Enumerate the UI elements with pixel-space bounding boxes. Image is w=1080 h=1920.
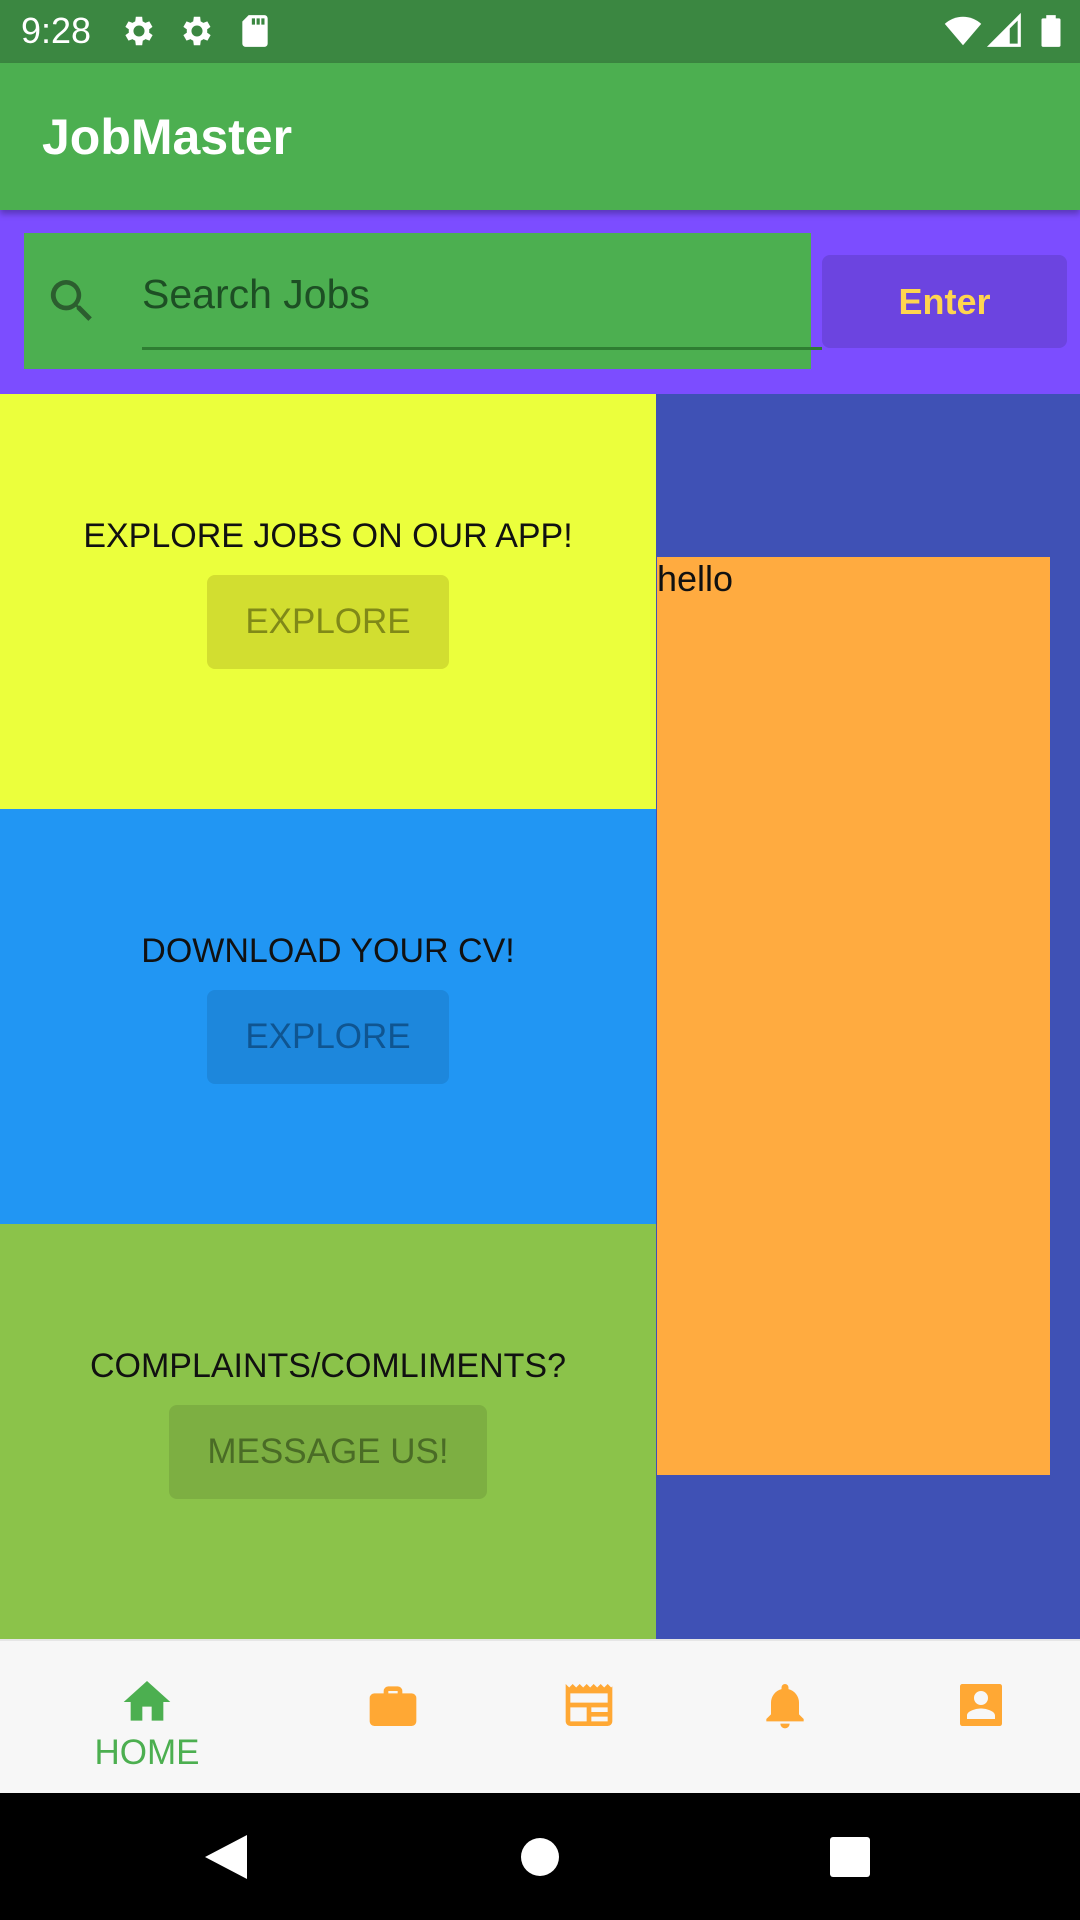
panel-title: COMPLAINTS/COMLIMENTS? xyxy=(89,1347,567,1385)
battery-icon xyxy=(1041,15,1061,47)
system-navigation-bar xyxy=(0,1793,1080,1920)
search-row: Enter xyxy=(0,210,1080,394)
nav-item-home[interactable]: HOME xyxy=(39,1641,255,1795)
search-icon xyxy=(50,280,92,321)
wifi-icon xyxy=(944,16,982,46)
back-icon[interactable] xyxy=(203,1833,249,1881)
explore-jobs-panel: EXPLORE JOBS ON OUR APP! EXPLORE xyxy=(0,394,656,809)
sd-card-icon xyxy=(242,15,268,47)
feedback-panel: COMPLAINTS/COMLIMENTS? MESSAGE US! xyxy=(0,1224,656,1639)
settings-icon xyxy=(125,16,153,46)
panel-title: DOWNLOAD YOUR CV! xyxy=(141,932,515,970)
search-underline xyxy=(142,347,822,350)
app-title: JobMaster xyxy=(42,109,293,165)
contact-card-icon xyxy=(960,1684,1002,1726)
search-input[interactable] xyxy=(142,263,822,325)
nav-item-profile[interactable] xyxy=(873,1641,1080,1795)
bottom-navigation: HOME xyxy=(0,1639,1080,1795)
hello-text: hello xyxy=(657,558,734,599)
hello-box: hello xyxy=(657,557,1050,1475)
bell-icon xyxy=(766,1684,804,1729)
nav-item-notifications[interactable] xyxy=(677,1641,893,1795)
download-cv-button[interactable]: EXPLORE xyxy=(207,990,449,1084)
newspaper-icon xyxy=(565,1684,613,1726)
panel-title: EXPLORE JOBS ON OUR APP! xyxy=(83,517,573,555)
nav-item-news[interactable] xyxy=(481,1641,697,1795)
nav-item-jobs[interactable] xyxy=(285,1641,501,1795)
enter-button[interactable]: Enter xyxy=(822,255,1067,348)
signal-icon xyxy=(986,12,1021,47)
home-icon xyxy=(123,1681,171,1721)
briefcase-icon xyxy=(369,1686,417,1726)
explore-jobs-button[interactable]: EXPLORE xyxy=(207,575,449,669)
message-us-button[interactable]: MESSAGE US! xyxy=(169,1405,487,1499)
app-bar: JobMaster xyxy=(0,63,1080,210)
recents-icon[interactable] xyxy=(830,1837,870,1877)
search-box[interactable] xyxy=(24,233,822,369)
settings-icon xyxy=(183,16,211,46)
status-bar: 9:28 xyxy=(0,0,1080,63)
status-time: 9:28 xyxy=(21,10,92,51)
nav-label-home: HOME xyxy=(94,1733,200,1772)
download-cv-panel: DOWNLOAD YOUR CV! EXPLORE xyxy=(0,809,656,1224)
home-circle-icon[interactable] xyxy=(520,1837,560,1877)
